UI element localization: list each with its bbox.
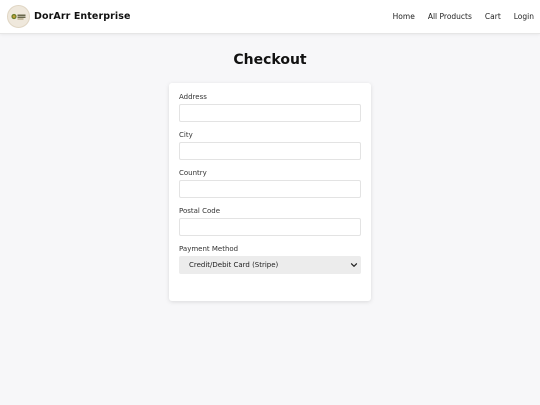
nav-home-link[interactable]: Home [393, 12, 415, 21]
city-field-group: City [179, 131, 361, 160]
address-label: Address [179, 93, 207, 101]
postal-code-input[interactable] [179, 218, 361, 236]
country-field-group: Country [179, 169, 361, 198]
navbar: DorArr Enterprise Home All Products Cart… [0, 0, 540, 34]
nav-links: Home All Products Cart Login [380, 12, 534, 21]
page-title: Checkout [233, 52, 307, 68]
address-input[interactable] [179, 104, 361, 122]
postal-code-label: Postal Code [179, 207, 221, 215]
payment-method-field-group: Payment Method Credit/Debit Card (Stripe… [179, 245, 361, 274]
chevron-down-icon [350, 263, 358, 267]
checkout-form: Address City Country Postal Code Payment… [169, 83, 371, 301]
country-label: Country [179, 169, 207, 177]
city-label: City [179, 131, 193, 139]
nav-all-products-link[interactable]: All Products [428, 12, 472, 21]
country-input[interactable] [179, 180, 361, 198]
payment-method-select[interactable]: Credit/Debit Card (Stripe) [179, 256, 361, 274]
payment-method-label: Payment Method [179, 245, 239, 253]
dorarr-logo-icon[interactable] [7, 5, 30, 28]
nav-login-link[interactable]: Login [514, 12, 534, 21]
postal-code-field-group: Postal Code [179, 207, 361, 236]
address-field-group: Address [179, 93, 361, 122]
brand-name[interactable]: DorArr Enterprise [34, 11, 131, 22]
nav-cart-link[interactable]: Cart [485, 12, 501, 21]
city-input[interactable] [179, 142, 361, 160]
payment-method-selected-value: Credit/Debit Card (Stripe) [189, 261, 279, 269]
